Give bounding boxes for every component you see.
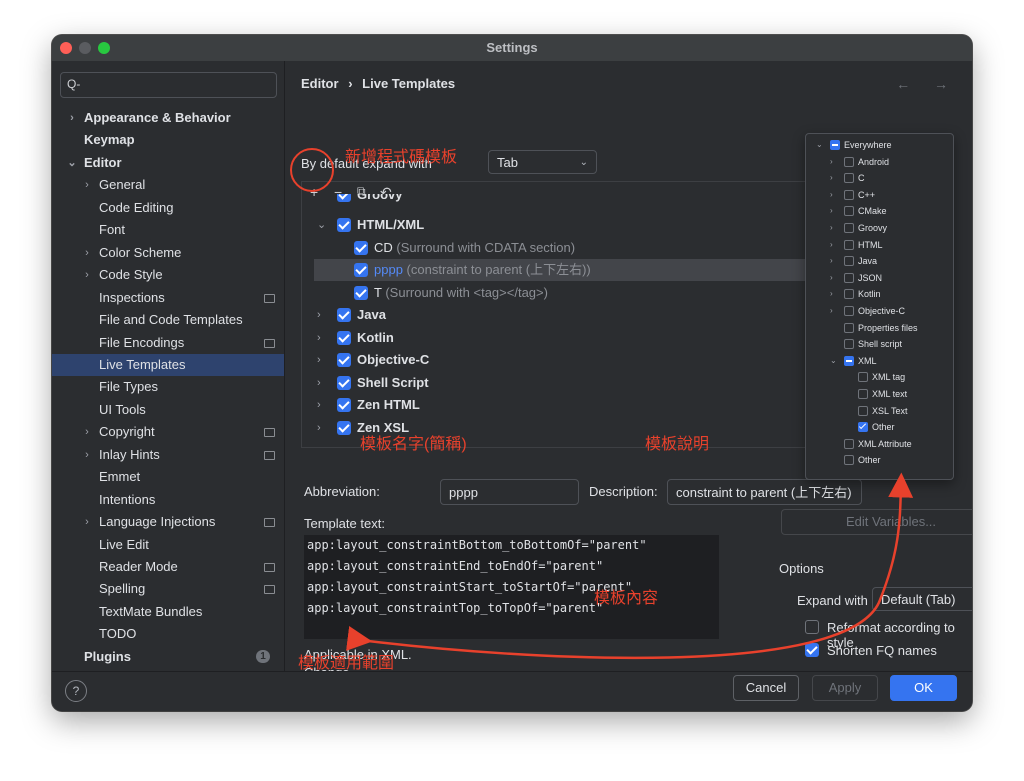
annotation-arrow <box>346 472 914 660</box>
